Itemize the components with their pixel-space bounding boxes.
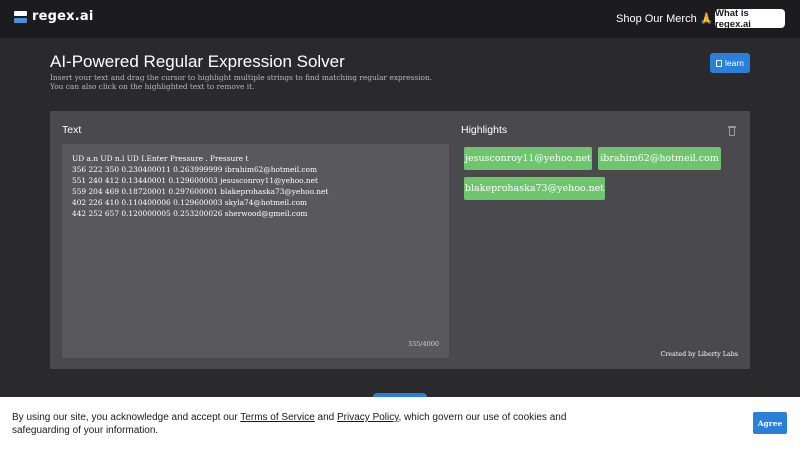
- highlights-section-label: Highlights: [461, 124, 508, 136]
- book-icon: [716, 59, 723, 67]
- text-section-label: Text: [62, 124, 82, 136]
- shop-merch-link[interactable]: Shop Our Merch 🙏: [616, 12, 713, 25]
- cookie-message: By using our site, you acknowledge and a…: [12, 411, 572, 437]
- text-input-area[interactable]: UD a.n UD n.l UD I.Enter Pressure . Pres…: [62, 144, 449, 358]
- page-subtitle: Insert your text and drag the cursor to …: [50, 73, 432, 91]
- text-line[interactable]: UD a.n UD n.l UD I.Enter Pressure . Pres…: [72, 153, 439, 164]
- trash-icon[interactable]: [728, 126, 736, 136]
- text-line[interactable]: 559 204 469 0.18720001 0.297600001 blake…: [72, 186, 439, 197]
- page-title: AI-Powered Regular Expression Solver: [50, 52, 345, 71]
- credit-text: Created by Liberty Labs: [660, 351, 738, 358]
- cookie-text: and: [314, 412, 338, 423]
- cookie-banner: By using our site, you acknowledge and a…: [0, 397, 800, 450]
- text-line[interactable]: 402 226 410 0.110400006 0.129600003 skyl…: [72, 197, 439, 208]
- terms-of-service-link[interactable]: Terms of Service: [240, 412, 314, 423]
- highlight-chip[interactable]: jesusconroy11@yehoo.net: [464, 147, 592, 170]
- learn-button[interactable]: learn: [710, 53, 750, 73]
- highlight-chip[interactable]: blakeprohaska73@yehoo.net: [464, 177, 605, 200]
- text-line[interactable]: 356 222 350 0.230400011 0.263999999 ibra…: [72, 164, 439, 175]
- top-navbar: regex.ai Shop Our Merch 🙏 What is regex.…: [0, 0, 800, 38]
- what-is-regex-button[interactable]: What is regex.ai: [715, 8, 785, 30]
- highlight-chip[interactable]: ibrahim62@hotmeil.com: [598, 147, 721, 170]
- character-counter: 335/4000: [407, 340, 439, 348]
- text-line[interactable]: 551 240 412 0.13440001 0.129600003 jesus…: [72, 175, 439, 186]
- subtitle-line: Insert your text and drag the cursor to …: [50, 73, 433, 82]
- logo-text: regex.ai: [32, 9, 94, 24]
- logo-icon: [14, 10, 27, 24]
- privacy-policy-link[interactable]: Privacy Policy: [337, 412, 399, 423]
- learn-label: learn: [725, 58, 744, 68]
- cookie-text: By using our site, you acknowledge and a…: [12, 412, 241, 423]
- subtitle-line: You can also click on the highlighted te…: [50, 82, 255, 91]
- logo[interactable]: regex.ai: [14, 9, 94, 24]
- text-line[interactable]: 442 252 657 0.120000005 0.253200026 sher…: [72, 208, 439, 219]
- agree-button[interactable]: Agree: [753, 412, 787, 434]
- solver-panel: Text UD a.n UD n.l UD I.Enter Pressure .…: [50, 111, 750, 369]
